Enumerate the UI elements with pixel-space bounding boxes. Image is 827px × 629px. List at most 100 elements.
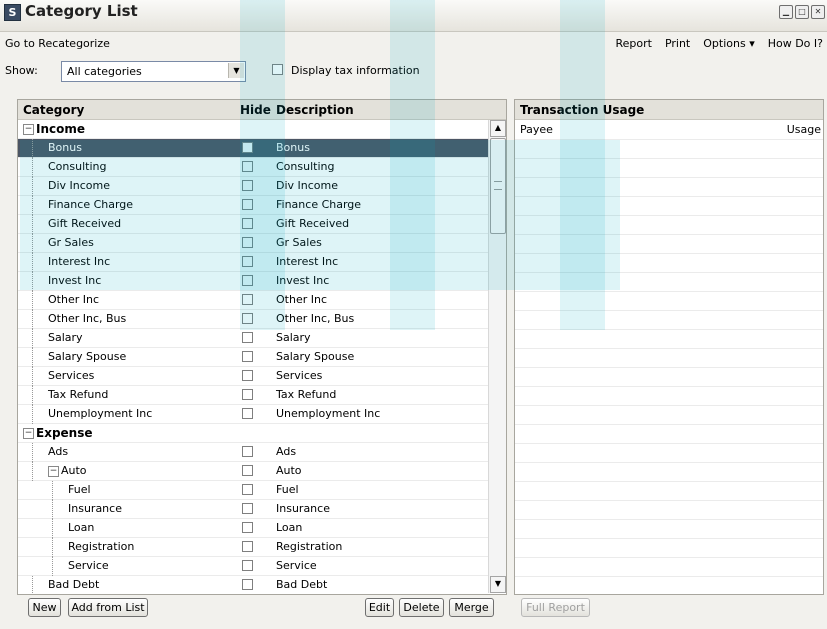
category-description: Gift Received xyxy=(276,217,350,230)
usage-row xyxy=(515,463,823,482)
hide-checkbox[interactable] xyxy=(242,465,253,476)
category-row[interactable]: Other Inc Other Inc xyxy=(18,291,488,310)
report-menu[interactable]: Report xyxy=(615,37,651,50)
category-row[interactable]: Div Income Div Income xyxy=(18,177,488,196)
hide-checkbox[interactable] xyxy=(242,351,253,362)
usage-row xyxy=(515,254,823,273)
scroll-thumb[interactable] xyxy=(490,138,506,234)
hide-checkbox[interactable] xyxy=(242,294,253,305)
hide-checkbox[interactable] xyxy=(242,389,253,400)
recategorize-link[interactable]: Go to Recategorize xyxy=(5,37,110,50)
category-row[interactable]: Bonus Bonus xyxy=(18,139,488,158)
hide-checkbox[interactable] xyxy=(242,370,253,381)
category-row[interactable]: Services Services xyxy=(18,367,488,386)
category-row[interactable]: Gr Sales Gr Sales xyxy=(18,234,488,253)
category-row[interactable]: Fuel Fuel xyxy=(18,481,488,500)
category-description: Invest Inc xyxy=(276,274,330,287)
category-filter-select[interactable]: All categories ▼ xyxy=(61,61,246,82)
hide-checkbox[interactable] xyxy=(242,161,253,172)
hide-checkbox[interactable] xyxy=(242,275,253,286)
full-report-button[interactable]: Full Report xyxy=(521,598,590,617)
chevron-down-icon[interactable]: ▼ xyxy=(228,63,244,78)
category-name: Fuel xyxy=(68,483,91,496)
category-label: Ads xyxy=(48,445,69,458)
collapse-icon[interactable]: − xyxy=(48,465,59,477)
usage-row xyxy=(515,482,823,501)
category-row[interactable]: Service Service xyxy=(18,557,488,576)
category-row[interactable]: Gift Received Gift Received xyxy=(18,215,488,234)
usage-row xyxy=(515,311,823,330)
hide-column-header[interactable]: Hide xyxy=(240,103,271,117)
tree-line xyxy=(32,215,33,234)
tree-line xyxy=(32,196,33,215)
usage-column-header[interactable]: Usage xyxy=(787,123,821,136)
hide-checkbox[interactable] xyxy=(242,180,253,191)
hide-checkbox[interactable] xyxy=(242,199,253,210)
edit-button[interactable]: Edit xyxy=(365,598,394,617)
hide-checkbox[interactable] xyxy=(242,332,253,343)
hide-checkbox[interactable] xyxy=(242,237,253,248)
category-row[interactable]: Insurance Insurance xyxy=(18,500,488,519)
usage-row xyxy=(515,140,823,159)
usage-row xyxy=(515,197,823,216)
collapse-icon[interactable]: − xyxy=(23,428,34,439)
category-label: Auto xyxy=(61,464,87,477)
how-do-i-menu[interactable]: How Do I? xyxy=(768,37,823,50)
usage-row xyxy=(515,235,823,254)
hide-checkbox[interactable] xyxy=(242,142,253,153)
new-button[interactable]: New xyxy=(28,598,61,617)
hide-checkbox[interactable] xyxy=(242,503,253,514)
tax-info-checkbox[interactable] xyxy=(272,64,283,75)
category-row[interactable]: Registration Registration xyxy=(18,538,488,557)
scroll-up-icon[interactable]: ▲ xyxy=(490,120,506,137)
scroll-down-icon[interactable]: ▼ xyxy=(490,576,506,593)
hide-checkbox[interactable] xyxy=(242,541,253,552)
category-row[interactable]: Loan Loan xyxy=(18,519,488,538)
hide-checkbox[interactable] xyxy=(242,484,253,495)
hide-checkbox[interactable] xyxy=(242,313,253,324)
category-row[interactable]: Bad Debt Bad Debt xyxy=(18,576,488,594)
description-column-header[interactable]: Description xyxy=(276,103,354,117)
add-from-list-button[interactable]: Add from List xyxy=(68,598,148,617)
category-row[interactable]: − Auto Auto xyxy=(18,462,488,481)
hide-checkbox[interactable] xyxy=(242,408,253,419)
category-column-header[interactable]: Category xyxy=(23,103,84,117)
category-row[interactable]: Invest Inc Invest Inc xyxy=(18,272,488,291)
category-row[interactable]: Salary Salary xyxy=(18,329,488,348)
hide-checkbox[interactable] xyxy=(242,446,253,457)
category-row[interactable]: Ads Ads xyxy=(18,443,488,462)
category-name: Invest Inc xyxy=(48,274,101,287)
category-name: Other Inc xyxy=(48,293,99,306)
category-row[interactable]: Other Inc, Bus Other Inc, Bus xyxy=(18,310,488,329)
category-row[interactable]: Consulting Consulting xyxy=(18,158,488,177)
category-group-row[interactable]: − Expense xyxy=(18,424,488,443)
tax-info-label: Display tax information xyxy=(291,64,420,77)
usage-row xyxy=(515,501,823,520)
print-menu[interactable]: Print xyxy=(665,37,690,50)
close-icon[interactable]: ✕ xyxy=(811,5,825,19)
category-row[interactable]: Finance Charge Finance Charge xyxy=(18,196,488,215)
options-menu[interactable]: Options ▾ xyxy=(703,37,754,50)
delete-button[interactable]: Delete xyxy=(399,598,444,617)
hide-checkbox[interactable] xyxy=(242,522,253,533)
category-label: Other Inc xyxy=(48,293,99,306)
category-group-row[interactable]: − Income xyxy=(18,120,488,139)
category-row[interactable]: Tax Refund Tax Refund xyxy=(18,386,488,405)
category-row[interactable]: Salary Spouse Salary Spouse xyxy=(18,348,488,367)
category-row[interactable]: Interest Inc Interest Inc xyxy=(18,253,488,272)
merge-button[interactable]: Merge xyxy=(449,598,494,617)
show-label: Show: xyxy=(5,64,38,77)
hide-checkbox[interactable] xyxy=(242,256,253,267)
usage-row xyxy=(515,577,823,594)
hide-checkbox[interactable] xyxy=(242,560,253,571)
vertical-scrollbar[interactable]: ▲ ▼ xyxy=(488,120,506,593)
hide-checkbox[interactable] xyxy=(242,579,253,590)
category-row[interactable]: Unemployment Inc Unemployment Inc xyxy=(18,405,488,424)
minimize-icon[interactable]: ▁ xyxy=(779,5,793,19)
usage-row xyxy=(515,558,823,577)
collapse-icon[interactable]: − xyxy=(23,124,34,135)
hide-checkbox[interactable] xyxy=(242,218,253,229)
payee-column-header[interactable]: Payee xyxy=(520,123,553,136)
maximize-icon[interactable]: □ xyxy=(795,5,809,19)
tree-line xyxy=(52,481,53,500)
